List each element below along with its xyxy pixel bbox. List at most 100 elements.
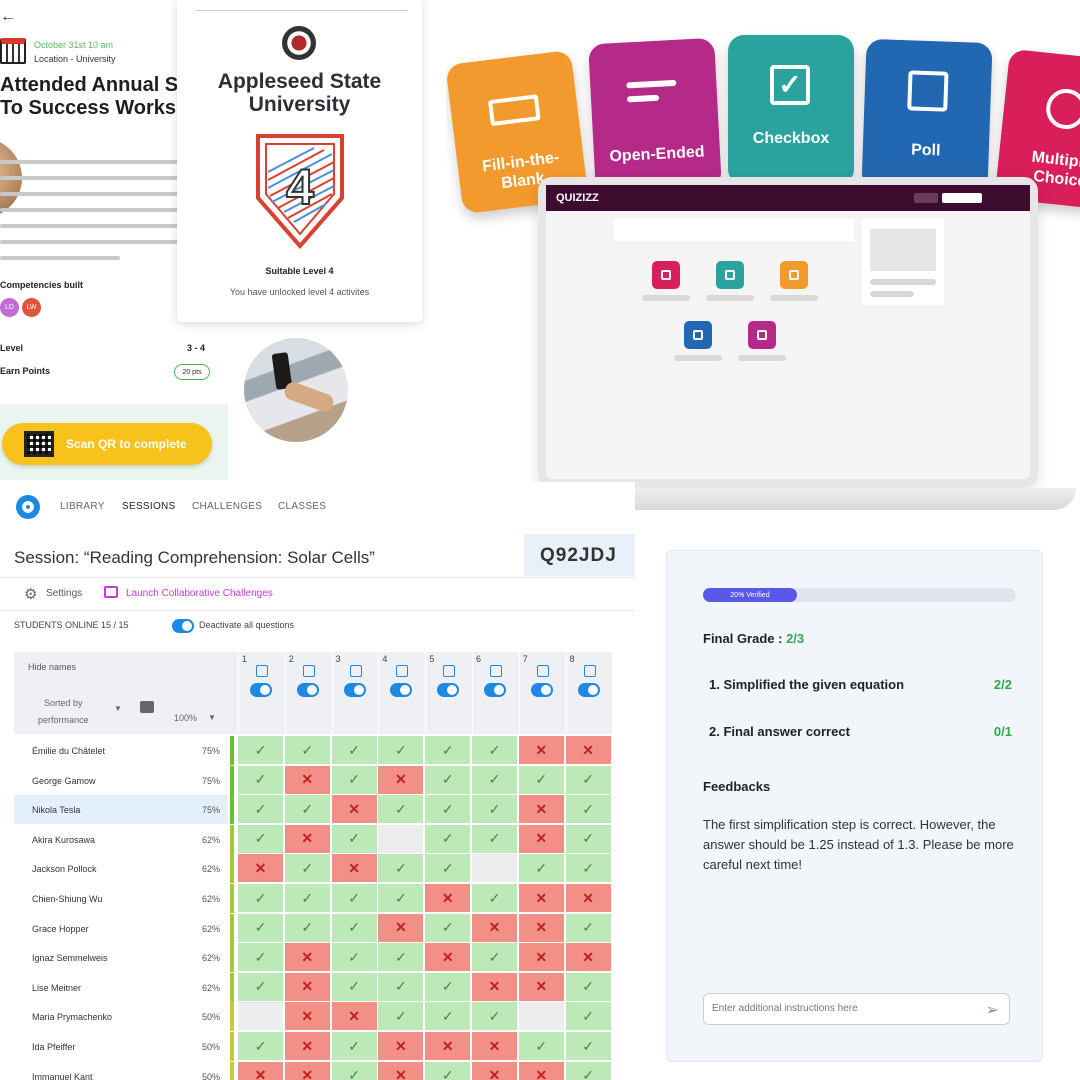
correct-cell[interactable]: ✓ bbox=[378, 972, 424, 1001]
header-button[interactable] bbox=[942, 193, 982, 203]
scan-qr-button[interactable]: Scan QR to complete bbox=[2, 423, 212, 465]
incorrect-cell[interactable]: ✕ bbox=[425, 884, 471, 912]
question-type-checkbox[interactable]: ✓ Checkbox bbox=[728, 35, 854, 185]
correct-cell[interactable]: ✓ bbox=[331, 1061, 377, 1080]
correct-cell[interactable]: ✓ bbox=[238, 736, 283, 764]
correct-cell[interactable]: ✓ bbox=[378, 854, 424, 883]
student-row[interactable]: Chien-Shiung Wu 62% bbox=[14, 884, 228, 913]
incorrect-cell[interactable]: ✕ bbox=[284, 765, 330, 794]
incorrect-cell[interactable]: ✕ bbox=[472, 1032, 517, 1060]
incorrect-cell[interactable]: ✕ bbox=[472, 1061, 517, 1080]
instructions-input[interactable] bbox=[712, 994, 962, 1022]
incorrect-cell[interactable]: ✕ bbox=[518, 972, 564, 1001]
unanswered-cell[interactable] bbox=[472, 854, 517, 883]
incorrect-cell[interactable]: ✕ bbox=[284, 1032, 330, 1060]
correct-cell[interactable]: ✓ bbox=[238, 824, 283, 853]
incorrect-cell[interactable]: ✕ bbox=[331, 854, 377, 883]
correct-cell[interactable]: ✓ bbox=[425, 824, 471, 853]
correct-cell[interactable]: ✓ bbox=[238, 972, 283, 1001]
question-toggle[interactable] bbox=[390, 683, 413, 697]
play-icon[interactable] bbox=[104, 586, 118, 598]
question-toggle[interactable] bbox=[343, 683, 366, 697]
correct-cell[interactable]: ✓ bbox=[331, 736, 377, 764]
threshold-select[interactable]: 100% bbox=[174, 713, 197, 723]
incorrect-cell[interactable]: ✕ bbox=[472, 913, 517, 942]
incorrect-cell[interactable]: ✕ bbox=[472, 972, 517, 1001]
incorrect-cell[interactable]: ✕ bbox=[518, 884, 564, 912]
correct-cell[interactable]: ✓ bbox=[565, 765, 611, 794]
question-type-button[interactable] bbox=[716, 261, 744, 289]
correct-cell[interactable]: ✓ bbox=[472, 736, 517, 764]
chat-icon[interactable] bbox=[140, 701, 154, 713]
correct-cell[interactable]: ✓ bbox=[425, 854, 471, 883]
header-button[interactable] bbox=[914, 193, 938, 203]
incorrect-cell[interactable]: ✕ bbox=[331, 1002, 377, 1031]
unanswered-cell[interactable] bbox=[378, 824, 424, 853]
correct-cell[interactable]: ✓ bbox=[238, 943, 283, 972]
student-row[interactable]: Émilie du Châtelet 75% bbox=[14, 736, 228, 765]
correct-cell[interactable]: ✓ bbox=[378, 884, 424, 912]
correct-cell[interactable]: ✓ bbox=[238, 765, 283, 794]
settings-link[interactable]: Settings bbox=[46, 588, 82, 599]
correct-cell[interactable]: ✓ bbox=[378, 943, 424, 972]
launch-challenges-link[interactable]: Launch Collaborative Challenges bbox=[126, 588, 273, 599]
incorrect-cell[interactable]: ✕ bbox=[425, 943, 471, 972]
incorrect-cell[interactable]: ✕ bbox=[331, 795, 377, 824]
student-row[interactable]: Maria Prymachenko 50% bbox=[14, 1002, 228, 1031]
correct-cell[interactable]: ✓ bbox=[472, 1002, 517, 1031]
incorrect-cell[interactable]: ✕ bbox=[284, 824, 330, 853]
incorrect-cell[interactable]: ✕ bbox=[425, 1032, 471, 1060]
correct-cell[interactable]: ✓ bbox=[378, 1002, 424, 1031]
incorrect-cell[interactable]: ✕ bbox=[518, 824, 564, 853]
incorrect-cell[interactable]: ✕ bbox=[518, 736, 564, 764]
incorrect-cell[interactable]: ✕ bbox=[378, 1061, 424, 1080]
correct-cell[interactable]: ✓ bbox=[331, 824, 377, 853]
question-type-button[interactable] bbox=[748, 321, 776, 349]
correct-cell[interactable]: ✓ bbox=[238, 1032, 283, 1060]
question-toggle[interactable] bbox=[530, 683, 553, 697]
correct-cell[interactable]: ✓ bbox=[472, 884, 517, 912]
back-arrow-icon[interactable]: ← bbox=[0, 8, 16, 26]
student-row[interactable]: George Gamow 75% bbox=[14, 766, 228, 795]
question-type-button[interactable] bbox=[652, 261, 680, 289]
correct-cell[interactable]: ✓ bbox=[284, 854, 330, 883]
correct-cell[interactable]: ✓ bbox=[472, 943, 517, 972]
student-row[interactable]: Jackson Pollock 62% bbox=[14, 854, 228, 883]
student-row[interactable]: Ignaz Semmelweis 62% bbox=[14, 943, 228, 972]
correct-cell[interactable]: ✓ bbox=[331, 884, 377, 912]
incorrect-cell[interactable]: ✕ bbox=[284, 972, 330, 1001]
student-row[interactable]: Akira Kurosawa 62% bbox=[14, 825, 228, 854]
correct-cell[interactable]: ✓ bbox=[238, 795, 283, 824]
incorrect-cell[interactable]: ✕ bbox=[284, 1002, 330, 1031]
correct-cell[interactable]: ✓ bbox=[565, 972, 611, 1001]
question-toggle[interactable] bbox=[250, 683, 272, 697]
correct-cell[interactable]: ✓ bbox=[331, 913, 377, 942]
correct-cell[interactable]: ✓ bbox=[518, 1032, 564, 1060]
correct-cell[interactable]: ✓ bbox=[331, 1032, 377, 1060]
unanswered-cell[interactable] bbox=[238, 1002, 283, 1031]
correct-cell[interactable]: ✓ bbox=[284, 913, 330, 942]
correct-cell[interactable]: ✓ bbox=[425, 1061, 471, 1080]
correct-cell[interactable]: ✓ bbox=[284, 795, 330, 824]
question-toggle[interactable] bbox=[296, 683, 319, 697]
incorrect-cell[interactable]: ✕ bbox=[518, 795, 564, 824]
correct-cell[interactable]: ✓ bbox=[284, 736, 330, 764]
correct-cell[interactable]: ✓ bbox=[378, 736, 424, 764]
correct-cell[interactable]: ✓ bbox=[472, 795, 517, 824]
app-logo-icon[interactable] bbox=[16, 495, 40, 519]
incorrect-cell[interactable]: ✕ bbox=[378, 913, 424, 942]
correct-cell[interactable]: ✓ bbox=[331, 972, 377, 1001]
correct-cell[interactable]: ✓ bbox=[472, 765, 517, 794]
correct-cell[interactable]: ✓ bbox=[238, 884, 283, 912]
nav-classes[interactable]: CLASSES bbox=[278, 501, 326, 512]
correct-cell[interactable]: ✓ bbox=[425, 913, 471, 942]
incorrect-cell[interactable]: ✕ bbox=[565, 736, 611, 764]
question-type-button[interactable] bbox=[780, 261, 808, 289]
correct-cell[interactable]: ✓ bbox=[284, 884, 330, 912]
correct-cell[interactable]: ✓ bbox=[378, 795, 424, 824]
question-type-poll[interactable]: Poll bbox=[861, 38, 993, 194]
correct-cell[interactable]: ✓ bbox=[565, 1032, 611, 1060]
correct-cell[interactable]: ✓ bbox=[565, 795, 611, 824]
session-code[interactable]: Q92JDJ bbox=[524, 534, 635, 576]
deactivate-toggle[interactable] bbox=[172, 619, 194, 633]
